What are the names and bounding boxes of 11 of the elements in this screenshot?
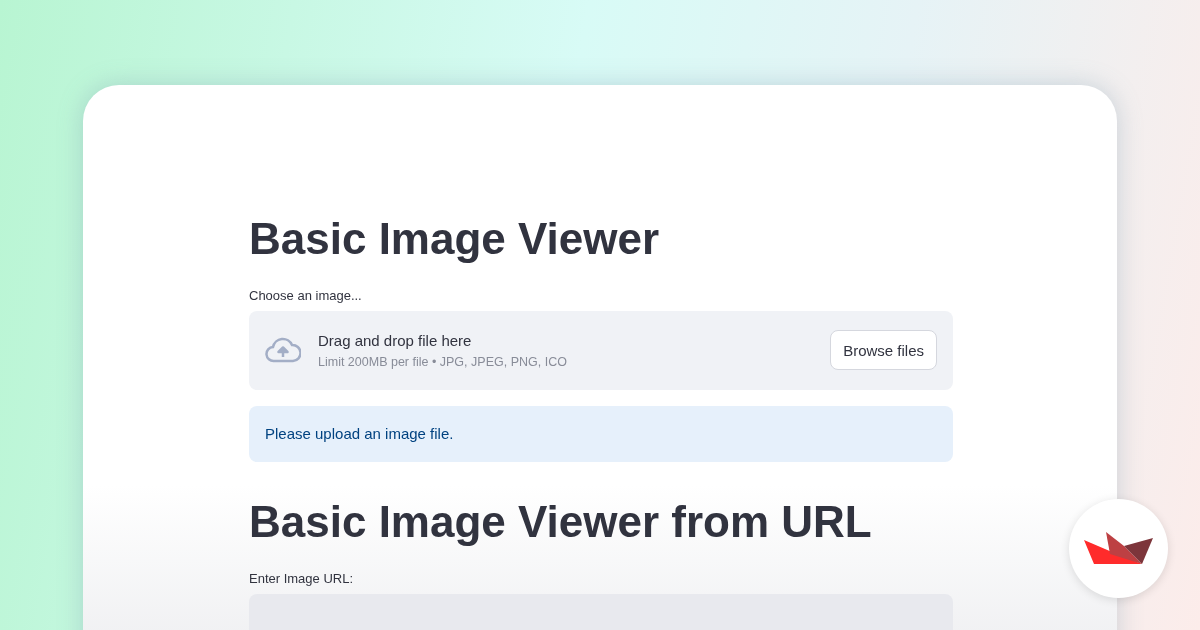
field-label: Enter Image URL:	[249, 570, 355, 586]
file-dropzone[interactable]: Drag and drop file here Limit 200MB per file • JPG, JPEG, PNG, ICO Browse files	[249, 310, 953, 390]
cloud-upload-icon	[265, 337, 301, 364]
field-label: Choose an image...	[249, 287, 363, 303]
dropzone-instruction: Drag and drop file here	[318, 331, 473, 349]
info-alert: Please upload an image file.	[249, 405, 953, 462]
file-limit-note: Limit 200MB per file • JPG, JPEG, PNG, ICO	[318, 354, 568, 369]
page-heading: Basic Image Viewer	[249, 213, 661, 265]
boat-logo-icon	[1083, 531, 1154, 566]
page-heading: Basic Image Viewer from URL	[249, 495, 873, 548]
browse-files-button[interactable]: Browse files	[830, 330, 937, 371]
